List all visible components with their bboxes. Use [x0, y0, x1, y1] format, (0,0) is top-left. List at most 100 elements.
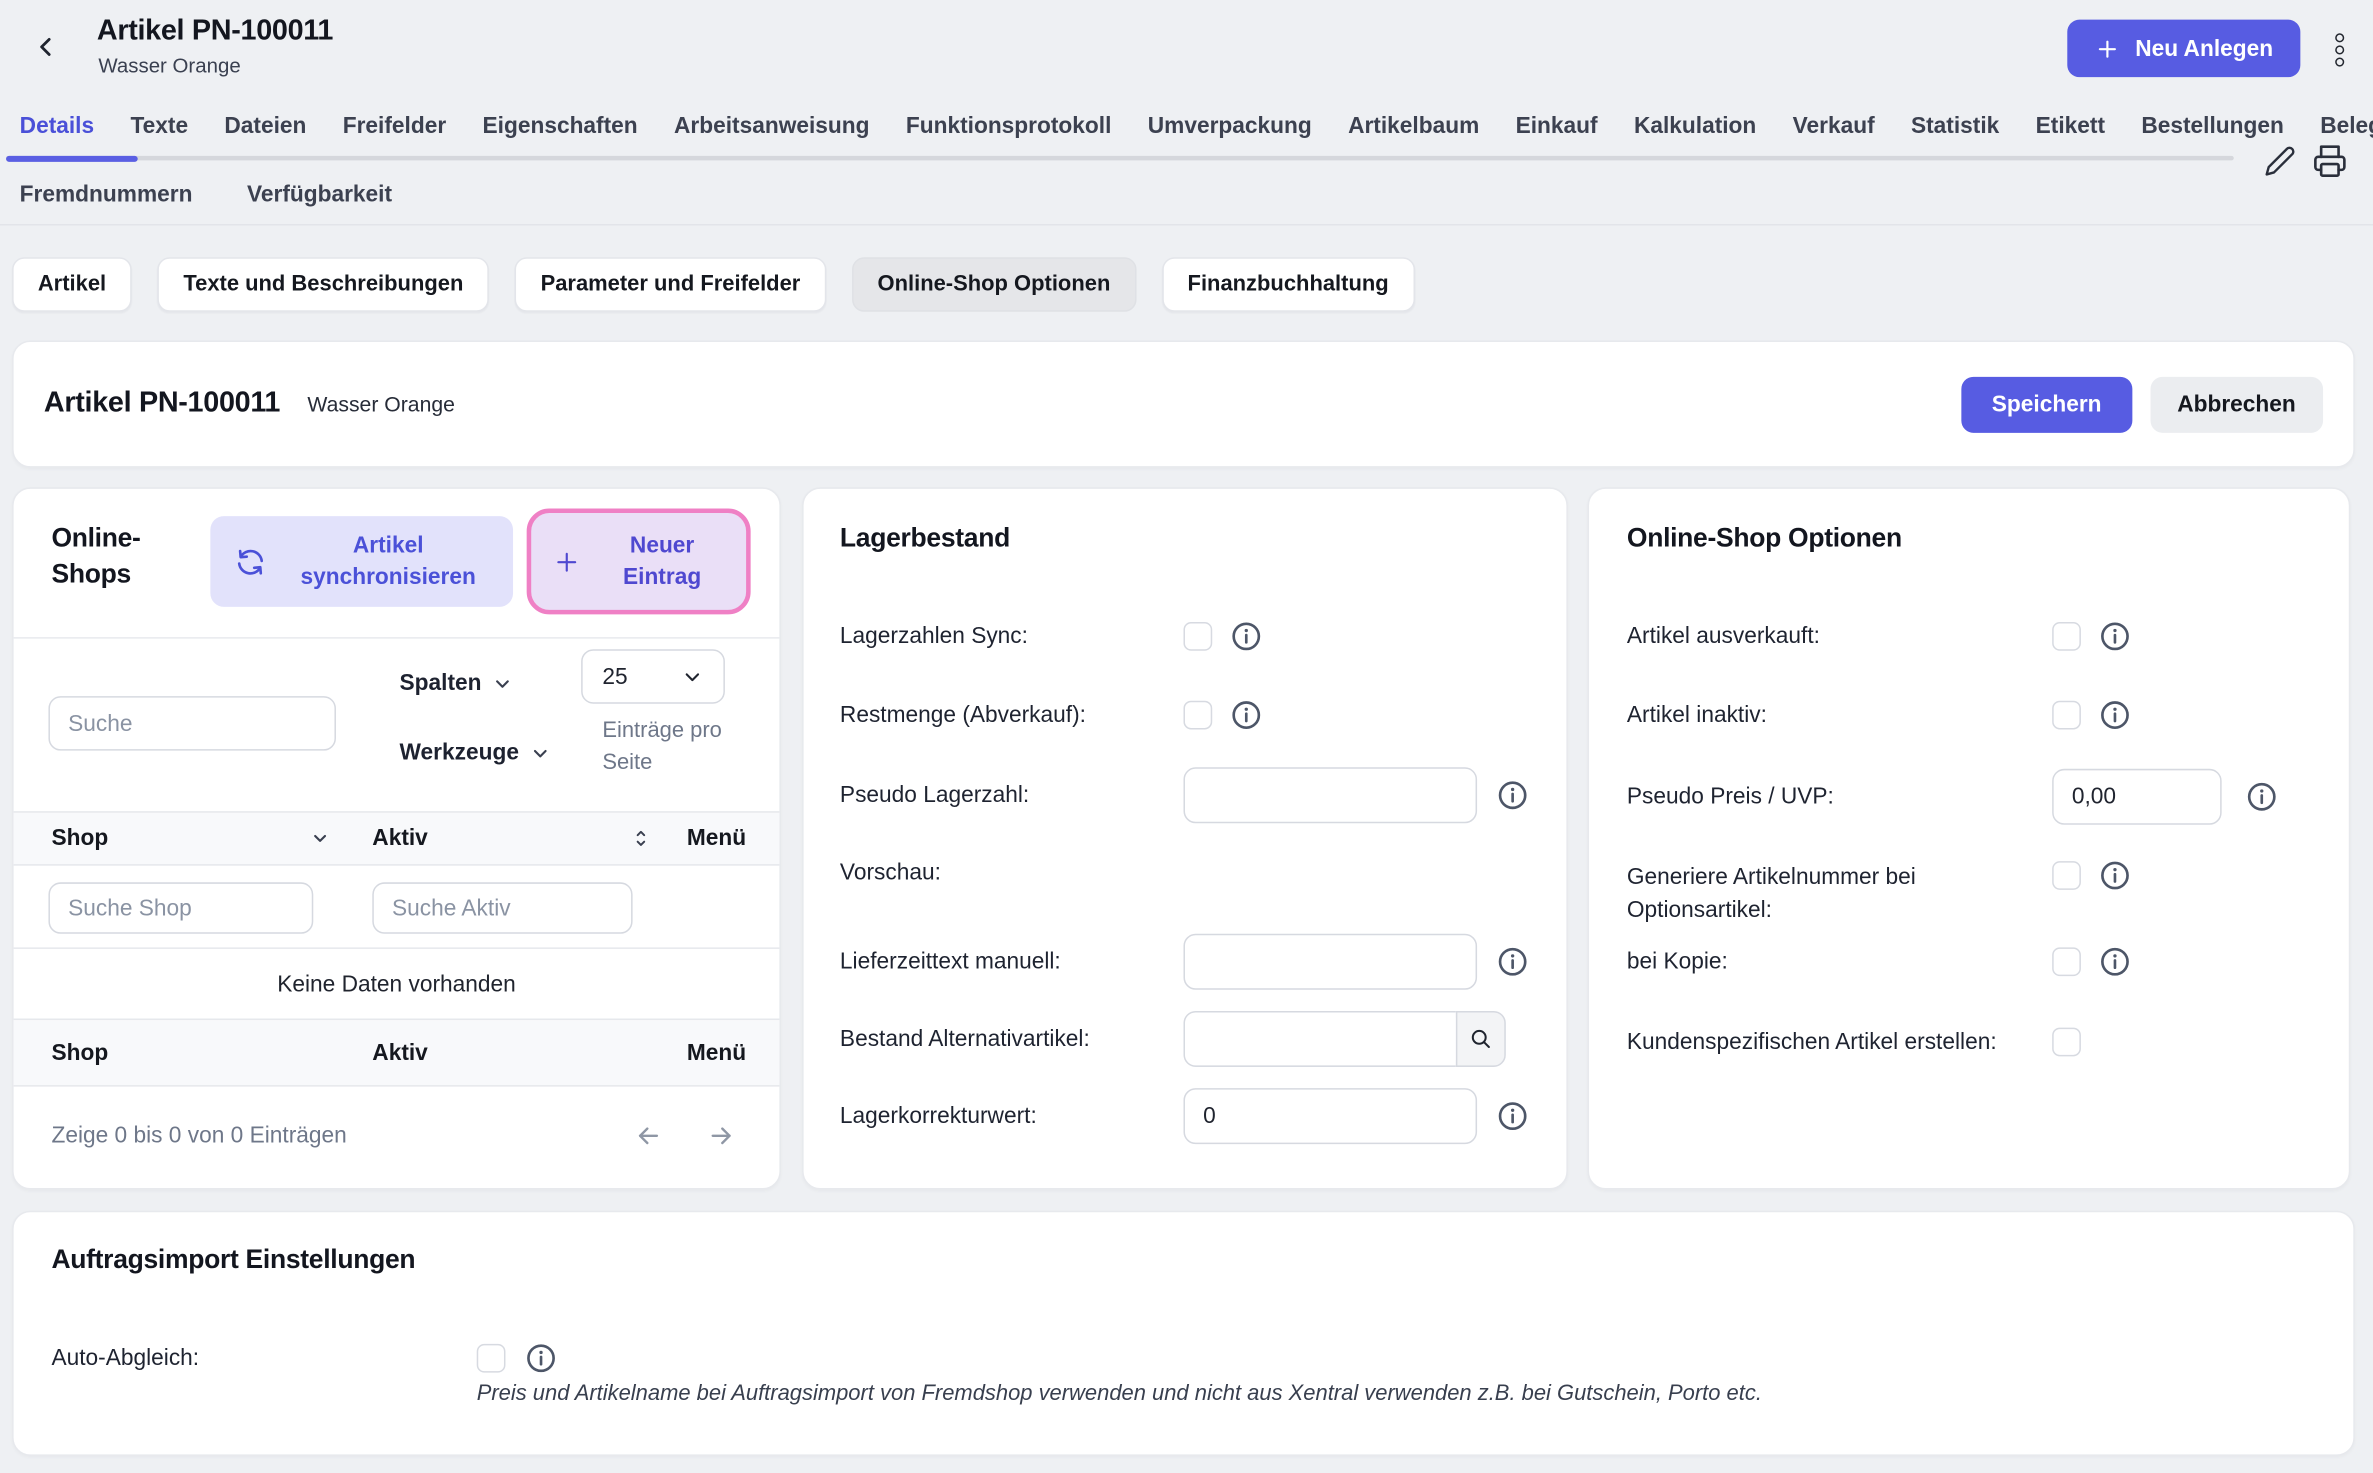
sort-chevron-down-icon[interactable]: [310, 829, 330, 849]
sort-updown-icon[interactable]: [631, 827, 651, 850]
info-icon[interactable]: [2099, 620, 2131, 652]
more-options-icon[interactable]: [2328, 33, 2352, 66]
column-header-menu-label: Menü: [687, 826, 746, 852]
pill-texte-und-beschreibungen[interactable]: Texte und Beschreibungen: [158, 257, 490, 311]
field-label-lieferzeittext: Lieferzeittext manuell:: [840, 949, 1061, 975]
print-icon[interactable]: [2312, 144, 2347, 179]
tab-umverpackung[interactable]: Umverpackung: [1148, 114, 1312, 140]
edit-pencil-icon[interactable]: [2264, 145, 2296, 177]
pagination-next-icon[interactable]: [707, 1121, 736, 1150]
column-header-menu: Menü: [687, 826, 746, 852]
tab-texte[interactable]: Texte: [130, 114, 188, 140]
info-icon[interactable]: [2099, 699, 2131, 731]
tab-belege[interactable]: Belege: [2320, 114, 2373, 140]
tab-etikett[interactable]: Etikett: [2036, 114, 2105, 140]
tab-verfuegbarkeit[interactable]: Verfügbarkeit: [247, 182, 392, 208]
pagination-summary: Zeige 0 bis 0 von 0 Einträgen: [51, 1123, 346, 1149]
tab-verkauf[interactable]: Verkauf: [1793, 114, 1875, 140]
stock-panel-title: Lagerbestand: [840, 522, 1010, 554]
column-header-shop[interactable]: Shop: [51, 826, 108, 852]
field-label-bestand-alternativartikel: Bestand Alternativartikel:: [840, 1026, 1090, 1052]
page-size-value: 25: [602, 664, 627, 690]
footer-column-aktiv-label: Aktiv: [372, 1040, 428, 1066]
artikel-inaktiv-checkbox[interactable]: [2052, 701, 2081, 730]
alternativartikel-input-group: [1183, 1011, 1505, 1067]
table-empty-message: Keine Daten vorhanden: [14, 949, 780, 1019]
lieferzeittext-input[interactable]: [1183, 934, 1477, 990]
panel-divider: [14, 637, 780, 639]
restmenge-checkbox[interactable]: [1183, 701, 1212, 730]
generiere-artikelnummer-checkbox[interactable]: [2052, 861, 2081, 890]
field-label-artikel-ausverkauft: Artikel ausverkauft:: [1627, 624, 1820, 650]
page-size-select[interactable]: 25: [581, 649, 725, 703]
refresh-icon: [235, 546, 267, 578]
tab-fremdnummern[interactable]: Fremdnummern: [20, 182, 193, 208]
footer-column-shop-label: Shop: [51, 1040, 108, 1066]
info-icon[interactable]: [2099, 946, 2131, 978]
tab-arbeitsanweisung[interactable]: Arbeitsanweisung: [674, 114, 870, 140]
column-header-aktiv[interactable]: Aktiv: [372, 826, 428, 852]
filter-shop-input[interactable]: [48, 882, 313, 933]
tools-dropdown[interactable]: Werkzeuge: [400, 740, 551, 766]
chevron-down-icon: [530, 742, 551, 763]
tab-details[interactable]: Details: [20, 114, 94, 140]
tab-bestellungen[interactable]: Bestellungen: [2141, 114, 2284, 140]
pseudo-lagerzahl-input[interactable]: [1183, 767, 1477, 823]
columns-dropdown-label: Spalten: [400, 670, 482, 696]
tab-freifelder[interactable]: Freifelder: [343, 114, 446, 140]
footer-column-aktiv: Aktiv: [372, 1040, 428, 1066]
back-icon[interactable]: [30, 32, 60, 62]
page-subtitle: Wasser Orange: [98, 54, 240, 77]
new-create-button[interactable]: Neu Anlegen: [2067, 20, 2300, 78]
info-icon[interactable]: [1497, 946, 1529, 978]
pill-parameter-und-freifelder[interactable]: Parameter und Freifelder: [515, 257, 826, 311]
lagerkorrekturwert-input[interactable]: [1183, 1088, 1477, 1144]
pill-finanzbuchhaltung[interactable]: Finanzbuchhaltung: [1162, 257, 1415, 311]
tab-dateien[interactable]: Dateien: [224, 114, 306, 140]
save-button[interactable]: Speichern: [1962, 376, 2132, 432]
search-lookup-icon[interactable]: [1456, 1011, 1506, 1067]
order-import-card: Auftragsimport Einstellungen Auto-Abglei…: [12, 1211, 2355, 1456]
filter-aktiv-input[interactable]: [372, 882, 632, 933]
field-label-auto-abgleich: Auto-Abgleich:: [51, 1345, 199, 1371]
online-shops-title: Online-Shops: [51, 519, 217, 592]
info-icon[interactable]: [1497, 779, 1529, 811]
info-icon[interactable]: [2246, 781, 2278, 813]
sync-articles-button[interactable]: Artikel synchronisieren: [210, 516, 513, 607]
field-label-kundenspezifisch: Kundenspezifischen Artikel erstellen:: [1627, 1029, 1997, 1055]
table-filter-row: [14, 866, 780, 949]
article-detail-page: Artikel PN-100011 Wasser Orange Neu Anle…: [0, 0, 2373, 1473]
tab-funktionsprotokoll[interactable]: Funktionsprotokoll: [906, 114, 1112, 140]
alternativartikel-input[interactable]: [1183, 1011, 1455, 1067]
pseudo-preis-input[interactable]: [2052, 769, 2221, 825]
artikel-ausverkauft-checkbox[interactable]: [2052, 622, 2081, 651]
cancel-button[interactable]: Abbrechen: [2150, 376, 2323, 432]
info-icon[interactable]: [2099, 860, 2131, 892]
new-entry-button[interactable]: Neuer Eintrag: [527, 508, 751, 614]
tab-artikelbaum[interactable]: Artikelbaum: [1348, 114, 1479, 140]
pill-artikel[interactable]: Artikel: [12, 257, 132, 311]
search-input[interactable]: [48, 696, 336, 750]
columns-dropdown[interactable]: Spalten: [400, 670, 514, 696]
info-icon[interactable]: [1230, 699, 1262, 731]
pill-online-shop-optionen[interactable]: Online-Shop Optionen: [852, 257, 1136, 311]
field-label-artikel-inaktiv: Artikel inaktiv:: [1627, 702, 1767, 728]
tab-kalkulation[interactable]: Kalkulation: [1634, 114, 1756, 140]
tab-statistik[interactable]: Statistik: [1911, 114, 1999, 140]
tab-eigenschaften[interactable]: Eigenschaften: [483, 114, 638, 140]
info-icon[interactable]: [1497, 1100, 1529, 1132]
chevron-down-icon: [681, 665, 704, 688]
plus-icon: [552, 547, 581, 576]
field-label-generiere-artikelnummer: Generiere Artikelnummer bei Optionsartik…: [1627, 861, 1983, 928]
kundenspezifisch-checkbox[interactable]: [2052, 1028, 2081, 1057]
active-tab-underline: [6, 155, 138, 161]
lagerzahlen-sync-checkbox[interactable]: [1183, 622, 1212, 651]
pagination-prev-icon[interactable]: [634, 1121, 663, 1150]
info-icon[interactable]: [1230, 620, 1262, 652]
info-icon[interactable]: [525, 1342, 557, 1374]
top-bar: Artikel PN-100011 Wasser Orange Neu Anle…: [0, 0, 2373, 100]
auto-abgleich-checkbox[interactable]: [477, 1344, 506, 1373]
bei-kopie-checkbox[interactable]: [2052, 947, 2081, 976]
tabs-divider: [0, 224, 2373, 226]
tab-einkauf[interactable]: Einkauf: [1516, 114, 1598, 140]
